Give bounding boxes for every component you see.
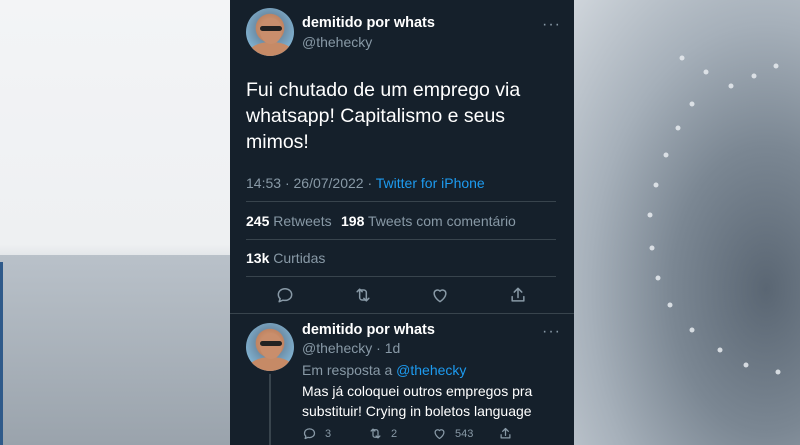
thread-line	[269, 374, 271, 445]
reply-more-icon[interactable]: ···	[542, 324, 561, 340]
reply-icon	[303, 428, 316, 440]
likes-stat[interactable]: 13k Curtidas	[246, 250, 325, 266]
reply-handle-line: @thehecky · 1d	[302, 340, 400, 356]
tweet-date[interactable]: 26/07/2022	[294, 175, 364, 191]
avatar[interactable]	[246, 8, 294, 56]
retweets-count: 245	[246, 213, 270, 229]
divider	[246, 239, 556, 240]
background-band	[0, 255, 230, 445]
retweet-icon[interactable]	[353, 285, 373, 305]
replying-to: Em resposta a @thehecky	[302, 362, 466, 378]
reply-text-line: Mas já coloquei outros empregos pra	[302, 383, 533, 399]
divider	[246, 201, 556, 202]
tweet-text-line: whatsapp! Capitalismo e seus	[246, 105, 506, 127]
reply-share-action[interactable]	[498, 426, 513, 441]
reply-text: Mas já coloquei outros empregos pra subs…	[302, 381, 532, 421]
reply-avatar[interactable]	[246, 323, 294, 371]
tweet-text: Fui chutado de um emprego via whatsapp! …	[246, 77, 520, 155]
quotes-count: 198	[341, 213, 365, 229]
retweets-label: Retweets	[273, 213, 332, 229]
background-edge	[0, 262, 3, 445]
reply-time-ago[interactable]: 1d	[385, 340, 401, 356]
heart-icon[interactable]	[430, 285, 450, 305]
reply-icon[interactable]	[275, 285, 295, 305]
quotes-label: Tweets com comentário	[368, 213, 516, 229]
share-icon	[500, 427, 511, 439]
meta-separator: ·	[376, 340, 381, 356]
background-left	[0, 0, 230, 445]
reply-target-link[interactable]: @thehecky	[396, 362, 466, 378]
meta-separator: ·	[367, 175, 373, 191]
tweet-panel: demitido por whats @thehecky ··· Fui chu…	[230, 0, 574, 445]
tweet-text-line: mimos!	[246, 131, 309, 153]
reply-like-action[interactable]: 543	[432, 426, 473, 441]
divider	[230, 313, 574, 314]
quotes-stat[interactable]: 198 Tweets com comentário	[341, 213, 516, 229]
reply-retweet-action[interactable]: 2	[368, 426, 397, 441]
reply-text-line: substituir! Crying in boletos language	[302, 403, 532, 419]
share-icon[interactable]	[508, 285, 528, 305]
tweet-timestamp: 14:53 · 26/07/2022 · Twitter for iPhone	[246, 175, 485, 191]
tweet-source-link[interactable]: Twitter for iPhone	[376, 175, 485, 191]
display-name[interactable]: demitido por whats	[302, 15, 435, 31]
meta-separator: ·	[284, 175, 290, 191]
reply-prefix: Em resposta a	[302, 362, 393, 378]
reply-handle[interactable]: @thehecky	[302, 340, 372, 356]
reply-reply-action[interactable]: 3	[302, 426, 331, 441]
like-count: 543	[455, 427, 474, 440]
retweet-count: 2	[391, 427, 398, 440]
divider	[246, 276, 556, 277]
background-dots	[647, 55, 781, 375]
retweet-icon	[370, 428, 381, 439]
tweet-text-line: Fui chutado de um emprego via	[246, 79, 521, 101]
more-icon[interactable]: ···	[542, 17, 561, 33]
retweets-stat[interactable]: 245 Retweets	[246, 213, 332, 229]
user-handle[interactable]: @thehecky	[302, 34, 372, 50]
tweet-time[interactable]: 14:53	[246, 175, 281, 191]
reply-display-name[interactable]: demitido por whats	[302, 322, 435, 338]
likes-count: 13k	[246, 250, 270, 266]
likes-label: Curtidas	[273, 250, 326, 266]
background-right	[574, 0, 800, 445]
reply-count: 3	[325, 427, 332, 440]
heart-icon	[434, 429, 445, 440]
